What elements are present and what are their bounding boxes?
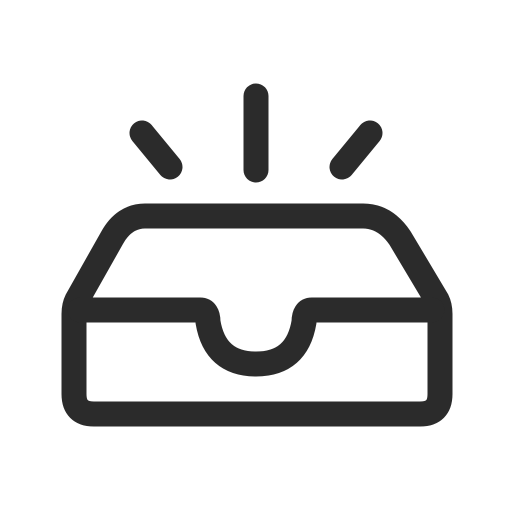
icon-canvas [0,0,512,512]
tray-lip [67,297,445,377]
left-ray [129,120,183,180]
right-ray [329,120,383,180]
inbox-new-icon [61,83,453,427]
